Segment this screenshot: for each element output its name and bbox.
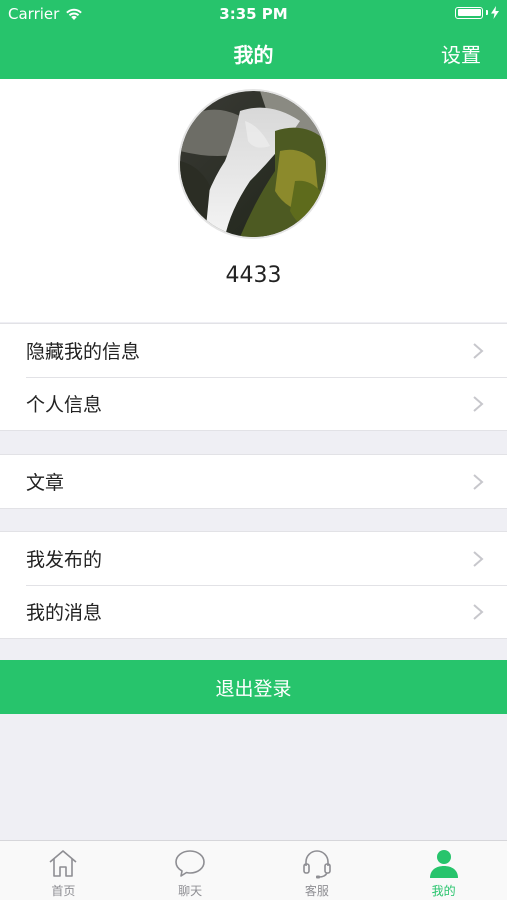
chevron-right-icon (473, 551, 484, 567)
menu-group-3: 我发布的 我的消息 (0, 531, 507, 639)
menu-item-my-posts[interactable]: 我发布的 (0, 532, 507, 585)
charging-bolt-icon (491, 6, 499, 19)
page-title: 我的 (233, 43, 274, 67)
chevron-right-icon (473, 604, 484, 620)
tab-bar: 首页 聊天 客服 我的 (0, 840, 507, 900)
person-icon (429, 850, 458, 878)
battery-icon (455, 6, 483, 19)
menu-item-hide-my-info[interactable]: 隐藏我的信息 (0, 324, 507, 377)
status-bar: Carrier 3:35 PM (0, 0, 507, 28)
tab-label: 首页 (51, 884, 76, 898)
profile-header: 4433 (0, 79, 507, 322)
menu-item-label: 隐藏我的信息 (26, 341, 141, 363)
navigation-bar: Carrier 3:35 PM 我的 设置 (0, 0, 507, 79)
menu-item-articles[interactable]: 文章 (0, 455, 507, 508)
chevron-right-icon (473, 474, 484, 490)
home-icon (49, 850, 77, 877)
logout-button[interactable]: 退出登录 (0, 660, 507, 714)
tab-label: 我的 (431, 884, 456, 898)
app-screen: Carrier 3:35 PM 我的 设置 4433 隐藏我的信息 个人信息 文… (0, 0, 507, 900)
status-time: 3:35 PM (219, 5, 288, 23)
avatar-waterfall-image (180, 91, 326, 237)
menu-item-label: 我发布的 (26, 549, 103, 571)
menu-item-label: 我的消息 (26, 602, 103, 624)
tab-me[interactable]: 我的 (380, 841, 507, 900)
tab-customer-service[interactable]: 客服 (254, 841, 381, 900)
settings-button[interactable]: 设置 (441, 39, 481, 68)
chevron-right-icon (473, 343, 484, 359)
tab-chat[interactable]: 聊天 (127, 841, 254, 900)
menu-item-personal-info[interactable]: 个人信息 (0, 377, 507, 430)
chat-bubble-icon (175, 850, 205, 877)
menu-item-label: 个人信息 (26, 394, 103, 416)
menu-group-1: 隐藏我的信息 个人信息 (0, 323, 507, 431)
chevron-right-icon (473, 396, 484, 412)
menu-item-label: 文章 (26, 472, 65, 494)
battery-indicator (455, 6, 499, 19)
tab-label: 聊天 (178, 884, 203, 898)
menu-group-2: 文章 (0, 454, 507, 509)
menu-item-my-messages[interactable]: 我的消息 (0, 585, 507, 638)
username: 4433 (225, 263, 282, 288)
headset-icon (303, 850, 331, 879)
avatar[interactable] (180, 91, 326, 237)
tab-home[interactable]: 首页 (0, 841, 127, 900)
tab-label: 客服 (304, 884, 329, 898)
